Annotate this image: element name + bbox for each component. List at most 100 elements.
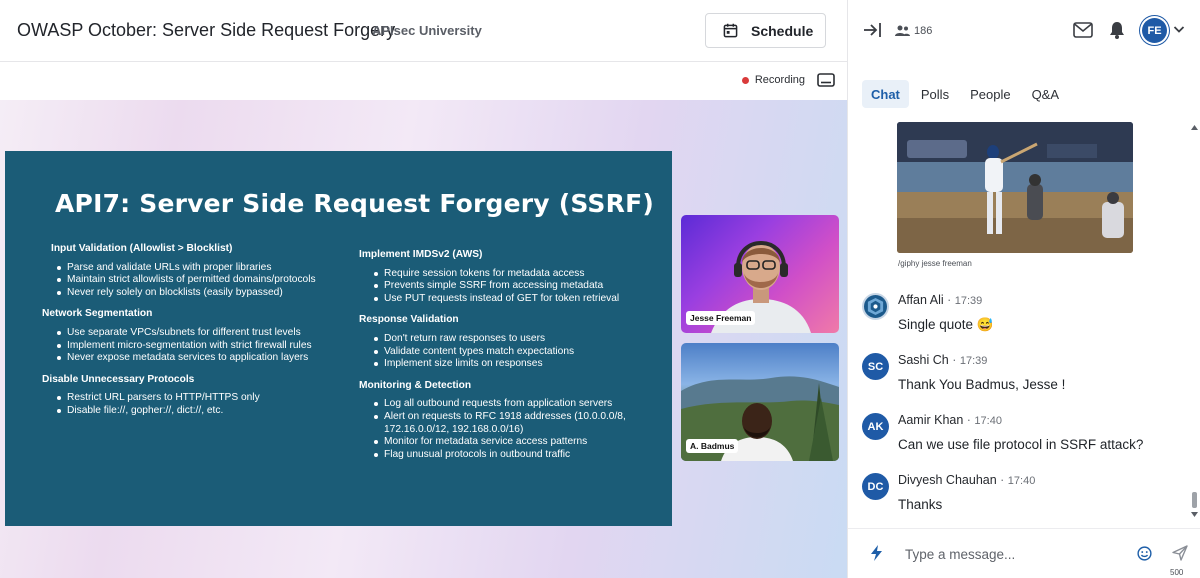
message-time: 17:40 xyxy=(1007,475,1036,487)
baseball-gif-icon xyxy=(897,122,1133,253)
message-header: Affan Ali · 17:39 xyxy=(898,293,983,307)
slide-bullet-list: Log all outbound requests from applicati… xyxy=(359,398,659,461)
message-time: 17:39 xyxy=(959,355,988,367)
recording-indicator: Recording xyxy=(741,74,805,86)
slide-bullet: Implement size limits on responses xyxy=(359,358,659,371)
bell-icon[interactable] xyxy=(1109,21,1125,39)
chevron-down-icon[interactable] xyxy=(1173,25,1185,34)
chat-message: AK Aamir Khan · 17:40 Can we use file pr… xyxy=(862,413,1182,463)
tab-qa[interactable]: Q&A xyxy=(1023,80,1068,108)
slide-bullet: Flag unusual protocols in outbound traff… xyxy=(359,449,659,462)
avatar[interactable]: AK xyxy=(862,413,889,440)
slide-section-heading: Network Segmentation xyxy=(42,308,153,320)
presentation-slide: API7: Server Side Request Forgery (SSRF)… xyxy=(5,151,672,526)
slide-section-heading: Input Validation (Allowlist > Blocklist) xyxy=(51,243,233,254)
slide-bullet-list: Restrict URL parsers to HTTP/HTTPS only … xyxy=(42,392,362,417)
slide-section-heading: Disable Unnecessary Protocols xyxy=(42,373,195,385)
slide-bullet-list: Parse and validate URLs with proper libr… xyxy=(42,262,362,300)
slide-bullet: Implement micro-segmentation with strict… xyxy=(42,340,362,353)
attendee-count: 186 xyxy=(914,25,933,37)
panel-header: 186 FE xyxy=(848,0,1200,62)
message-author[interactable]: Affan Ali xyxy=(898,293,944,307)
character-limit: 500 xyxy=(1170,568,1184,577)
slide-bullet-list: Don't return raw responses to users Vali… xyxy=(359,333,659,371)
slide-bullet: Alert on requests to RFC 1918 addresses … xyxy=(359,411,659,436)
calendar-icon xyxy=(723,23,738,38)
slide-title: API7: Server Side Request Forgery (SSRF) xyxy=(55,189,654,218)
chat-message: SC Sashi Ch · 17:39 Thank You Badmus, Je… xyxy=(862,353,1182,403)
video-tile-speaker[interactable]: A. Badmus xyxy=(681,343,839,461)
slide-bullet: Use PUT requests instead of GET for toke… xyxy=(359,293,659,306)
giphy-image[interactable] xyxy=(897,122,1133,253)
slide-bullet: Maintain strict allowlists of permitted … xyxy=(42,274,362,287)
slide-bullet-list: Use separate VPCs/subnets for different … xyxy=(42,327,362,365)
recording-label: Recording xyxy=(754,74,805,86)
stage-toolbar: Recording xyxy=(0,62,847,100)
captions-icon[interactable] xyxy=(817,72,835,88)
message-text: Thanks xyxy=(898,497,943,512)
stage-area: Recording API7: Server Side Request Forg… xyxy=(0,62,847,578)
tab-people[interactable]: People xyxy=(961,80,1019,108)
chat-message: Affan Ali · 17:39 Single quote 😅 xyxy=(862,293,1182,343)
collapse-panel-icon[interactable] xyxy=(863,21,883,39)
tab-chat[interactable]: Chat xyxy=(862,80,909,108)
scroll-down-icon[interactable] xyxy=(1191,512,1198,517)
mail-icon[interactable] xyxy=(1073,21,1093,39)
panel-tabs: Chat Polls People Q&A xyxy=(862,80,1071,108)
owasp-logo-icon xyxy=(867,297,884,316)
message-author[interactable]: Aamir Khan xyxy=(898,413,963,427)
avatar[interactable]: DC xyxy=(862,473,889,500)
slide-bullet: Monitor for metadata service access patt… xyxy=(359,436,659,449)
avatar[interactable]: SC xyxy=(862,353,889,380)
event-title: OWASP October: Server Side Request Forge… xyxy=(17,20,396,40)
message-header: Aamir Khan · 17:40 xyxy=(898,413,1002,427)
schedule-label: Schedule xyxy=(751,22,814,39)
tile-name-label: A. Badmus xyxy=(686,439,739,453)
slide-bullet: Use separate VPCs/subnets for different … xyxy=(42,327,362,340)
message-author[interactable]: Sashi Ch xyxy=(898,353,949,367)
slide-bullet: Never expose metadata services to applic… xyxy=(42,352,362,365)
slide-left-column: Input Validation (Allowlist > Blocklist)… xyxy=(42,243,362,427)
message-text: Thank You Badmus, Jesse ! xyxy=(898,377,1066,392)
send-icon[interactable] xyxy=(1172,545,1188,561)
side-panel: 186 FE Chat Polls People Q&A /giphy jess… xyxy=(847,0,1200,578)
slide-bullet: Disable file://, gopher://, dict://, etc… xyxy=(42,405,362,418)
message-input[interactable] xyxy=(905,544,1125,564)
scroll-thumb[interactable] xyxy=(1192,492,1197,508)
slide-bullet: Restrict URL parsers to HTTP/HTTPS only xyxy=(42,392,362,405)
event-header: OWASP October: Server Side Request Forge… xyxy=(0,0,847,62)
video-tile-speaker[interactable]: Jesse Freeman xyxy=(681,215,839,333)
message-text: Can we use file protocol in SSRF attack? xyxy=(898,437,1144,452)
slide-bullet: Don't return raw responses to users xyxy=(359,333,659,346)
tile-name-label: Jesse Freeman xyxy=(686,311,756,325)
lightning-icon[interactable] xyxy=(871,545,882,561)
slide-bullet: Prevents simple SSRF from accessing meta… xyxy=(359,280,659,293)
recording-dot-icon xyxy=(741,76,749,84)
message-composer: 500 xyxy=(848,528,1200,578)
scroll-up-icon[interactable] xyxy=(1191,125,1198,130)
people-icon xyxy=(895,25,910,36)
chat-scrollbar[interactable] xyxy=(1190,122,1199,522)
message-time: 17:39 xyxy=(954,295,983,307)
tab-polls[interactable]: Polls xyxy=(912,80,958,108)
slide-section-heading: Implement IMDSv2 (AWS) xyxy=(359,249,483,260)
user-avatar[interactable]: FE xyxy=(1142,18,1167,43)
slide-bullet: Require session tokens for metadata acce… xyxy=(359,268,659,281)
org-name[interactable]: APIsec University xyxy=(372,23,482,38)
emoji-icon[interactable] xyxy=(1137,546,1152,561)
message-author[interactable]: Divyesh Chauhan xyxy=(898,473,997,487)
slide-bullet: Never rely solely on blocklists (easily … xyxy=(42,287,362,300)
slide-bullet: Log all outbound requests from applicati… xyxy=(359,398,659,411)
gif-caption: /giphy jesse freeman xyxy=(898,259,972,268)
slide-bullet: Validate content types match expectation… xyxy=(359,346,659,359)
avatar[interactable] xyxy=(862,293,889,320)
slide-bullet: Parse and validate URLs with proper libr… xyxy=(42,262,362,275)
message-text: Single quote 😅 xyxy=(898,317,994,332)
slide-bullet-list: Require session tokens for metadata acce… xyxy=(359,268,659,306)
message-header: Sashi Ch · 17:39 xyxy=(898,353,988,367)
slide-right-column: Implement IMDSv2 (AWS) Require session t… xyxy=(359,249,659,470)
schedule-button[interactable]: Schedule xyxy=(705,13,826,48)
slide-section-heading: Response Validation xyxy=(359,314,459,326)
message-header: Divyesh Chauhan · 17:40 xyxy=(898,473,1036,487)
message-time: 17:40 xyxy=(974,415,1002,427)
